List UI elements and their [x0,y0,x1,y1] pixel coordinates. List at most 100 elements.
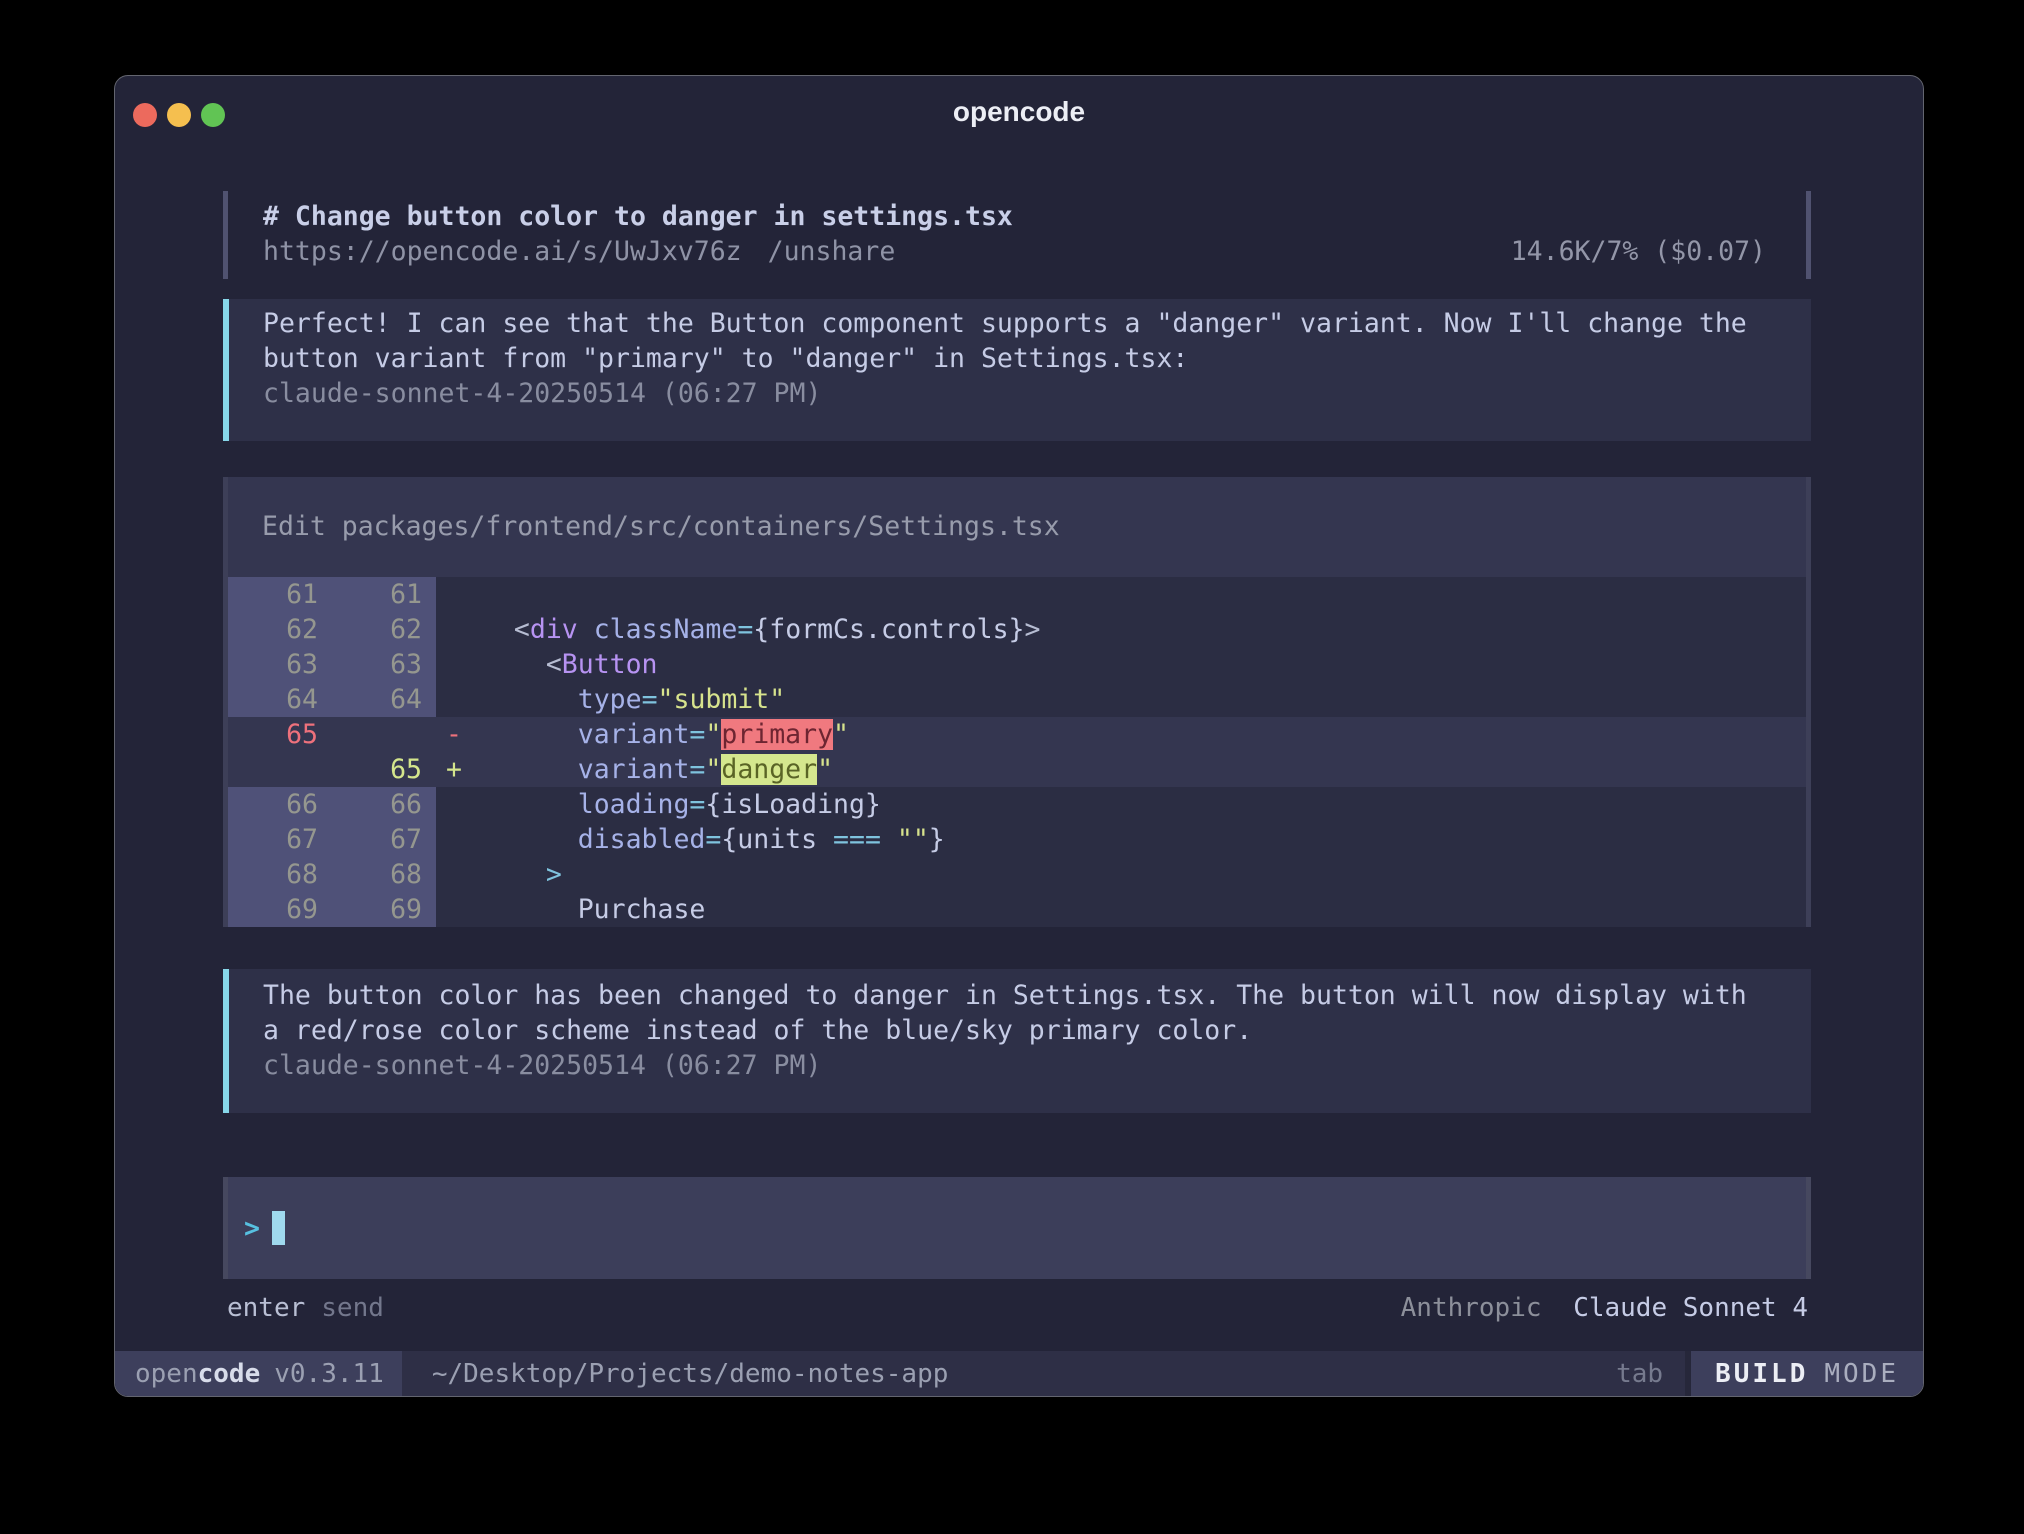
text-cursor [272,1211,285,1245]
code-token-tag: Button [562,649,658,680]
new-line-number: 64 [332,682,436,717]
diff-marker [436,857,482,892]
new-line-number: 65 [332,752,436,787]
new-line-number: 69 [332,892,436,927]
diff-marker [436,682,482,717]
code-token-eq: = [737,614,753,645]
code-token-txt [578,614,594,645]
code-token-txt [482,754,578,785]
share-url[interactable]: https://opencode.ai/s/UwJxv76z [263,234,742,269]
diff-code-line: loading={isLoading} [482,787,1806,822]
code-token-punc: < [482,649,562,680]
code-token-punc: < [482,614,530,645]
code-token-txt [482,719,578,750]
token-cost-stats: 14.6K/7% ($0.07) [1511,234,1766,269]
enter-key-hint: enter [227,1291,305,1326]
mode-mode-label: MODE [1824,1359,1899,1389]
code-token-txt: } [929,824,945,855]
working-directory-path: ~/Desktop/Projects/demo-notes-app [432,1359,949,1389]
assistant-message-2: The button color has been changed to dan… [223,969,1811,1113]
code-token-add: danger [721,754,817,785]
hint-row: enter send Anthropic Claude Sonnet 4 [227,1291,1808,1326]
diff-code-line: <div className={formCs.controls}> [482,612,1806,647]
diff-marker [436,647,482,682]
new-line-number: 67 [332,822,436,857]
diff-line-numbers: 6262 [228,612,436,647]
mode-toggle-segment[interactable]: BUILD MODE [1691,1351,1923,1396]
code-token-txt: {formCs.controls} [753,614,1024,645]
diff-line-numbers: 6969 [228,892,436,927]
code-token-del: primary [721,719,833,750]
diff-marker [436,892,482,927]
diff-code-line: Purchase [482,892,1806,927]
diff-code-line: variant="danger" [482,752,1806,787]
diff-marker [436,787,482,822]
old-line-number: 64 [228,682,332,717]
code-token-txt [482,824,578,855]
old-line-number: 67 [228,822,332,857]
old-line-number: 61 [228,577,332,612]
diff-code-line: <Button [482,647,1806,682]
old-line-number: 63 [228,647,332,682]
diff-rows: 61616262 <div className={formCs.controls… [228,577,1806,927]
code-token-eq: = [642,684,658,715]
model-indicator: Anthropic Claude Sonnet 4 [1401,1291,1808,1326]
prompt-input[interactable]: > [223,1177,1811,1279]
code-token-attr: disabled [578,824,706,855]
code-token-op: > [482,859,562,890]
code-token-txt [881,824,897,855]
app-version-segment: opencode v0.3.11 [115,1351,402,1396]
unshare-command[interactable]: /unshare [768,234,896,269]
title-bar: opencode [115,76,1923,136]
window-title: opencode [115,96,1923,128]
new-line-number [332,717,436,752]
diff-code-line: > [482,857,1806,892]
session-meta-row: https://opencode.ai/s/UwJxv76z /unshare … [263,234,1766,269]
old-line-number: 62 [228,612,332,647]
new-line-number: 66 [332,787,436,822]
diff-marker [436,822,482,857]
message-model-timestamp: claude-sonnet-4-20250514 (06:27 PM) [263,1048,1781,1083]
session-header: # Change button color to danger in setti… [223,191,1811,279]
new-line-number: 62 [332,612,436,647]
send-hint-label: send [321,1291,384,1326]
diff-line-numbers: 6363 [228,647,436,682]
old-line-number: 68 [228,857,332,892]
message-text-line: button variant from "primary" to "danger… [263,341,1781,376]
diff-row: 6666 loading={isLoading} [228,787,1806,822]
model-name: Claude Sonnet 4 [1573,1293,1808,1323]
code-token-attr: variant [578,719,690,750]
app-window: opencode # Change button color to danger… [114,75,1924,1397]
code-token-txt: Purchase [482,894,705,925]
message-text-line: The button color has been changed to dan… [263,978,1781,1013]
old-line-number [228,752,332,787]
code-token-op: === [833,824,881,855]
new-line-number: 68 [332,857,436,892]
diff-row: 6767 disabled={units === ""} [228,822,1806,857]
code-token-str: " [833,719,849,750]
code-token-attr: type [578,684,642,715]
diff-line-numbers: 6666 [228,787,436,822]
code-token-eq: = [689,719,705,750]
code-token-attr: variant [578,754,690,785]
tab-key-hint: tab [1616,1359,1663,1389]
message-model-timestamp: claude-sonnet-4-20250514 (06:27 PM) [263,376,1781,411]
message-text-line: a red/rose color scheme instead of the b… [263,1013,1781,1048]
old-line-number: 66 [228,787,332,822]
code-token-eq: = [689,754,705,785]
old-line-number: 69 [228,892,332,927]
diff-line-numbers: 65 [228,717,436,752]
diff-row: 65+ variant="danger" [228,752,1806,787]
assistant-message-1: Perfect! I can see that the Button compo… [223,299,1811,441]
app-name-code: code [198,1359,261,1389]
diff-marker: + [436,752,482,787]
diff-row: 65- variant="primary" [228,717,1806,752]
code-token-str: " [705,754,721,785]
code-token-str: " [817,754,833,785]
app-name-open: open [135,1359,198,1389]
code-token-attr: loading [578,789,690,820]
status-bar: opencode v0.3.11 ~/Desktop/Projects/demo… [115,1351,1923,1396]
diff-line-numbers: 6868 [228,857,436,892]
diff-marker [436,577,482,612]
diff-line-numbers: 6464 [228,682,436,717]
